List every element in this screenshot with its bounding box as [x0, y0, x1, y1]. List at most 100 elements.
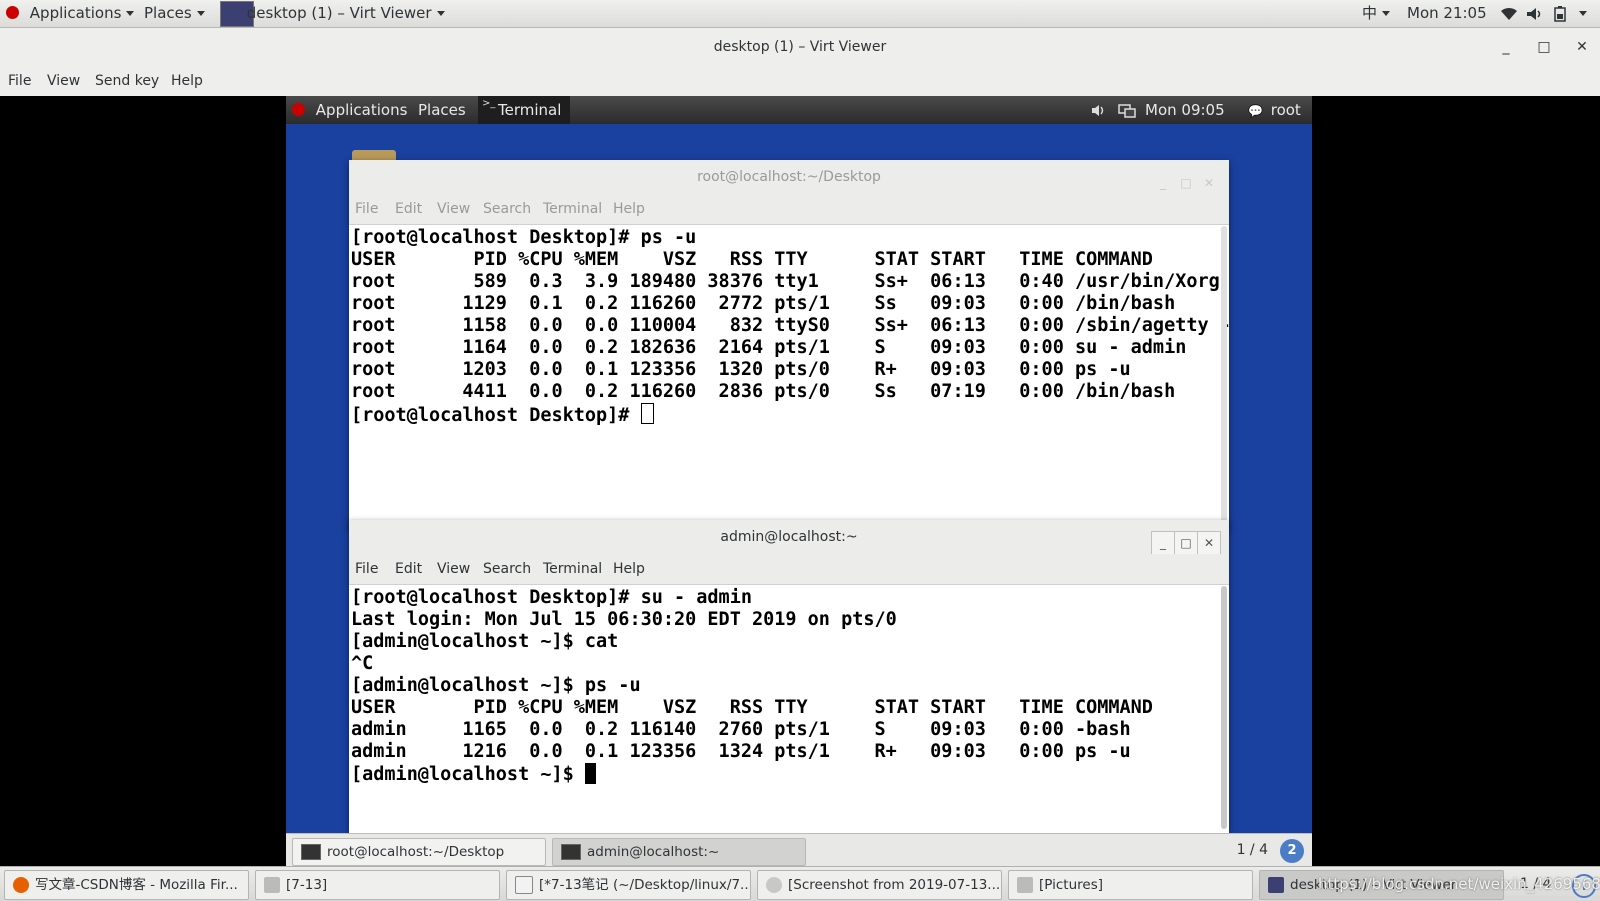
virt-viewer-menubar: File View Send key Help — [0, 66, 1600, 96]
terminal-window-root[interactable]: root@localhost:~/Desktop _ □ ✕ File Edit V… — [349, 160, 1229, 530]
host-applications-menu[interactable]: Applications — [6, 0, 135, 27]
host-task-pictures[interactable]: [Pictures] — [1008, 870, 1253, 900]
menu-terminal[interactable]: Terminal — [543, 554, 602, 584]
host-active-window-label: desktop (1) – Virt Viewer — [246, 4, 432, 22]
terminal-line: root 1164 0.0 0.2 182636 2164 pts/1 S 09… — [351, 337, 1187, 358]
volume-icon[interactable] — [1526, 0, 1544, 27]
notification-badge[interactable]: 2 — [1280, 839, 1304, 863]
close-button[interactable]: ✕ — [1568, 28, 1596, 66]
terminal-line: Last login: Mon Jul 15 06:30:20 EDT 2019… — [351, 609, 897, 630]
text-editor-icon — [515, 876, 533, 894]
terminal-admin-titlebar[interactable]: admin@localhost:~ _ □ ✕ — [349, 520, 1229, 555]
host-task-notes[interactable]: [*7-13笔记 (~/Desktop/linux/7... — [506, 870, 751, 900]
firefox-icon — [13, 877, 29, 893]
host-task-label: [7-13] — [286, 877, 328, 893]
terminal-line: [root@localhost Desktop]# su - admin — [351, 587, 752, 608]
menu-terminal[interactable]: Terminal — [543, 194, 602, 224]
guest-applications-label: Applications — [315, 101, 408, 119]
menu-file[interactable]: File — [355, 554, 378, 584]
menu-view[interactable]: View — [437, 194, 470, 224]
host-task-label: [*7-13笔记 (~/Desktop/linux/7... — [539, 877, 751, 893]
menu-edit[interactable]: Edit — [395, 194, 422, 224]
guest-display[interactable]: Applications Places >_ Terminal Mon 09:0… — [286, 96, 1312, 866]
menu-send-key[interactable]: Send key — [95, 66, 159, 96]
close-button[interactable]: ✕ — [1197, 171, 1221, 195]
guest-task-label: root@localhost:~/Desktop — [327, 844, 505, 860]
terminal-icon — [301, 844, 321, 860]
terminal-line: admin 1216 0.0 0.1 123356 1324 pts/1 R+ … — [351, 741, 1131, 762]
virt-viewer-title: desktop (1) – Virt Viewer — [713, 39, 887, 55]
host-places-menu[interactable]: Places — [144, 0, 205, 27]
host-applications-label: Applications — [29, 4, 122, 22]
guest-taskbar: root@localhost:~/Desktop admin@localhost… — [286, 833, 1312, 866]
window-icon — [264, 877, 280, 893]
watermark: https://blog.csdn.net/weixin_42695681 — [1318, 875, 1600, 893]
menu-help[interactable]: Help — [613, 194, 645, 224]
terminal-root-titlebar[interactable]: root@localhost:~/Desktop _ □ ✕ — [349, 160, 1229, 194]
guest-task-admin-terminal[interactable]: admin@localhost:~ — [552, 838, 806, 866]
terminal-root-output[interactable]: [root@localhost Desktop]# ps -u USER PID … — [349, 225, 1229, 427]
redhat-logo-icon — [6, 6, 19, 19]
wifi-icon[interactable] — [1500, 0, 1518, 27]
menu-file[interactable]: File — [8, 66, 31, 96]
minimize-button[interactable]: _ — [1151, 171, 1175, 195]
guest-volume-icon[interactable] — [1091, 96, 1107, 124]
guest-places-menu[interactable]: Places — [418, 96, 466, 124]
guest-task-root-terminal[interactable]: root@localhost:~/Desktop — [292, 838, 546, 866]
terminal-icon: >_ — [482, 98, 496, 109]
minimize-button[interactable]: _ — [1492, 28, 1520, 66]
maximize-button[interactable]: □ — [1530, 28, 1558, 66]
menu-help[interactable]: Help — [171, 66, 203, 96]
terminal-prompt: [admin@localhost ~]$ — [351, 764, 585, 785]
terminal-prompt-line: [root@localhost Desktop]# — [351, 403, 1229, 427]
menu-search[interactable]: Search — [483, 554, 531, 584]
terminal-line: root 589 0.3 3.9 189480 38376 tty1 Ss+ 0… — [351, 271, 1229, 292]
chevron-down-icon — [196, 11, 205, 16]
power-menu-button[interactable] — [1574, 0, 1587, 27]
terminal-line: [admin@localhost ~]$ cat — [351, 631, 619, 652]
maximize-button[interactable]: □ — [1174, 531, 1198, 555]
guest-applications-menu[interactable]: Applications — [292, 96, 407, 124]
chevron-down-icon — [1579, 11, 1587, 16]
terminal-window-admin[interactable]: admin@localhost:~ _ □ ✕ File Edit View Sea… — [349, 520, 1229, 833]
close-button[interactable]: ✕ — [1197, 531, 1221, 555]
terminal-line: admin 1165 0.0 0.2 116140 2760 pts/1 S 0… — [351, 719, 1131, 740]
host-task-firefox[interactable]: 写文章-CSDN博客 - Mozilla Fir... — [4, 870, 249, 900]
virt-viewer-titlebar: desktop (1) – Virt Viewer _ □ ✕ — [0, 28, 1600, 66]
host-active-window-menu[interactable]: desktop (1) – Virt Viewer — [220, 0, 445, 27]
terminal-prompt: [root@localhost Desktop]# — [351, 405, 641, 426]
terminal-admin-scrollbar[interactable] — [1221, 586, 1227, 829]
battery-icon[interactable] — [1554, 0, 1566, 27]
guest-workspace-indicator[interactable]: 1 / 4 — [1237, 834, 1268, 866]
menu-file[interactable]: File — [355, 194, 378, 224]
menu-search[interactable]: Search — [483, 194, 531, 224]
host-task-screenshot[interactable]: [Screenshot from 2019-07-13... — [757, 870, 1002, 900]
text-cursor — [640, 403, 654, 424]
terminal-line: root 1129 0.1 0.2 116260 2772 pts/1 Ss 0… — [351, 293, 1176, 314]
guest-terminal-app-menu[interactable]: >_ Terminal — [478, 96, 570, 124]
text-cursor — [584, 763, 596, 784]
host-taskbar: 写文章-CSDN博客 - Mozilla Fir... [7-13] [*7-1… — [0, 866, 1600, 901]
minimize-button[interactable]: _ — [1151, 531, 1175, 555]
guest-user-menu[interactable]: 💬 root — [1248, 96, 1301, 124]
redhat-logo-icon — [292, 103, 305, 116]
menu-help[interactable]: Help — [613, 554, 645, 584]
host-task-7-13[interactable]: [7-13] — [255, 870, 500, 900]
guest-clock[interactable]: Mon 09:05 — [1145, 96, 1225, 124]
menu-edit[interactable]: Edit — [395, 554, 422, 584]
host-top-bar: Applications Places desktop (1) – Virt V… — [0, 0, 1600, 28]
menu-view[interactable]: View — [437, 554, 470, 584]
image-viewer-icon — [766, 877, 782, 893]
terminal-line: root 1203 0.0 0.1 123356 1320 pts/0 R+ 0… — [351, 359, 1131, 380]
input-method-indicator[interactable]: 中 — [1362, 0, 1391, 27]
maximize-button[interactable]: □ — [1174, 171, 1198, 195]
guest-network-icon[interactable] — [1118, 96, 1136, 124]
host-clock[interactable]: Mon 21:05 — [1407, 0, 1487, 27]
menu-view[interactable]: View — [47, 66, 80, 96]
terminal-admin-title: admin@localhost:~ — [720, 529, 858, 545]
terminal-line: [admin@localhost ~]$ ps -u — [351, 675, 641, 696]
terminal-root-title: root@localhost:~/Desktop — [697, 169, 881, 185]
terminal-root-scrollbar[interactable] — [1221, 226, 1227, 526]
terminal-admin-output[interactable]: [root@localhost Desktop]# su - admin Last… — [349, 585, 1229, 786]
guest-task-label: admin@localhost:~ — [587, 844, 720, 860]
